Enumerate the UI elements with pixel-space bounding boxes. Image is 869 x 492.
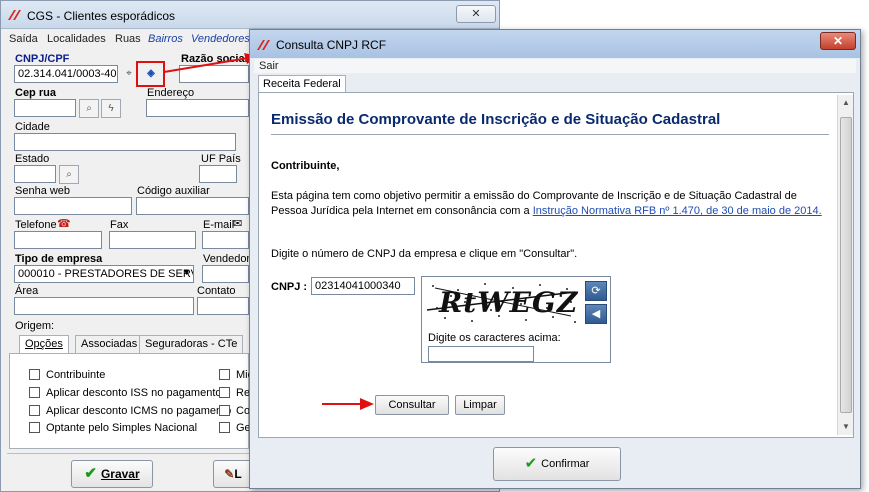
chk-right-3[interactable]: Co bbox=[219, 405, 250, 417]
label-origem: Origem: bbox=[15, 320, 55, 332]
confirmar-button[interactable]: ✔ Confirmar bbox=[493, 447, 621, 481]
menu-ruas[interactable]: Ruas bbox=[115, 33, 141, 45]
label-cnpj-cpf: CNPJ/CPF bbox=[15, 53, 70, 65]
heading-rule bbox=[271, 134, 829, 135]
cep-field[interactable] bbox=[14, 99, 76, 117]
endereco-field[interactable] bbox=[146, 99, 249, 117]
captcha-panel: RtWEGZ ⟳ ◀ Digite os caracteres acima: bbox=[421, 276, 611, 363]
menu-sair[interactable]: Sair bbox=[259, 60, 279, 72]
captcha-label: Digite os caracteres acima: bbox=[428, 332, 561, 344]
email-field[interactable] bbox=[202, 231, 249, 249]
dialog-logo-icon bbox=[256, 38, 272, 52]
label-uf-pais: UF País bbox=[201, 153, 241, 165]
email-icon: ✉ bbox=[233, 218, 243, 230]
area-field[interactable] bbox=[14, 297, 194, 315]
tipo-empresa-value: 000010 - PRESTADORES DE SERVIÇ bbox=[18, 268, 194, 280]
scroll-thumb[interactable] bbox=[840, 117, 852, 413]
contribuinte-text: Contribuinte, bbox=[271, 160, 340, 172]
chevron-down-icon: ▼ bbox=[182, 267, 191, 277]
label-endereco: Endereço bbox=[147, 87, 195, 99]
label-telefone: Telefone bbox=[15, 219, 57, 231]
label-codigo-auxiliar: Código auxiliar bbox=[137, 185, 210, 197]
consultar-arrow-icon bbox=[322, 398, 374, 410]
label-tipo-empresa: Tipo de empresa bbox=[15, 253, 103, 265]
telefone-field[interactable] bbox=[14, 231, 102, 249]
tab-opcoes[interactable]: Opções bbox=[19, 335, 69, 353]
tab-associadas[interactable]: Associadas bbox=[75, 335, 144, 353]
captcha-image: RtWEGZ bbox=[425, 280, 581, 326]
tab-receita-federal[interactable]: Receita Federal bbox=[258, 75, 346, 93]
vendedor-field[interactable] bbox=[202, 265, 249, 283]
vertical-scrollbar[interactable]: ▲ ▼ bbox=[837, 95, 853, 435]
menu-bairros[interactable]: Bairros bbox=[148, 33, 183, 45]
scroll-down-icon[interactable]: ▼ bbox=[838, 419, 854, 435]
cnpj-input[interactable]: 02314041000340 bbox=[311, 277, 415, 295]
dialog-close-button[interactable]: ✕ bbox=[820, 32, 856, 50]
checkmark-icon: ✔ bbox=[524, 455, 538, 472]
cep-search-icon[interactable]: ⌕ bbox=[79, 99, 99, 118]
codigo-auxiliar-field[interactable] bbox=[136, 197, 249, 215]
label-vendedor: Vendedor bbox=[203, 253, 251, 265]
clientes-titlebar: CGS - Clientes esporádicos ✕ bbox=[1, 1, 499, 29]
secondary-button[interactable]: ✎L bbox=[213, 460, 253, 488]
label-cep-rua: Cep rua bbox=[15, 87, 56, 99]
limpar-button[interactable]: Limpar bbox=[455, 395, 505, 415]
menu-saida[interactable]: Saída bbox=[9, 33, 38, 45]
chk-simples-nacional[interactable]: Optante pelo Simples Nacional bbox=[29, 422, 197, 434]
label-senha-web: Senha web bbox=[15, 185, 71, 197]
tipo-empresa-select[interactable]: 000010 - PRESTADORES DE SERVIÇ ▼ bbox=[14, 265, 194, 283]
page-heading: Emissão de Comprovante de Inscrição e de… bbox=[271, 111, 721, 128]
lightning-icon[interactable]: ϟ bbox=[101, 99, 121, 118]
label-area: Área bbox=[15, 285, 39, 297]
captcha-input[interactable] bbox=[428, 346, 534, 362]
clientes-title: CGS - Clientes esporádicos bbox=[27, 9, 176, 23]
label-contato: Contato bbox=[197, 285, 236, 297]
tab-seguradoras-cte[interactable]: Seguradoras - CTe bbox=[139, 335, 244, 353]
instrucao-normativa-link[interactable]: Instrução Normativa RFB nº 1.470, de 30 … bbox=[533, 205, 822, 217]
menu-vendedores[interactable]: Vendedores bbox=[191, 33, 250, 45]
estado-field[interactable] bbox=[14, 165, 56, 183]
senha-web-field[interactable] bbox=[14, 197, 132, 215]
cidade-field[interactable] bbox=[14, 133, 236, 151]
scroll-up-icon[interactable]: ▲ bbox=[838, 95, 854, 111]
label-cidade: Cidade bbox=[15, 121, 50, 133]
label-estado: Estado bbox=[15, 153, 50, 165]
label-fax: Fax bbox=[110, 219, 129, 231]
fax-field[interactable] bbox=[109, 231, 196, 249]
menu-localidades[interactable]: Localidades bbox=[47, 33, 106, 45]
dialog-menubar bbox=[254, 59, 856, 73]
consultar-button[interactable]: Consultar bbox=[375, 395, 449, 415]
contato-field[interactable] bbox=[197, 297, 249, 315]
chk-right-1[interactable]: Mic bbox=[219, 369, 253, 381]
clientes-close-button[interactable]: ✕ bbox=[456, 5, 496, 23]
brush-icon: ✎ bbox=[224, 467, 235, 481]
estado-search-icon[interactable]: ⌕ bbox=[59, 165, 79, 184]
chk-right-2[interactable]: Re bbox=[219, 387, 250, 399]
dialog-title: Consulta CNPJ RCF bbox=[276, 38, 387, 52]
checkmark-icon: ✔ bbox=[84, 465, 97, 482]
dialog-titlebar: Consulta CNPJ RCF ✕ bbox=[250, 30, 860, 58]
opcoes-panel bbox=[9, 353, 249, 449]
intro-paragraph: Esta página tem como objetivo permitir a… bbox=[271, 190, 822, 217]
bottom-divider bbox=[7, 453, 249, 454]
web-content: Emissão de Comprovante de Inscrição e de… bbox=[258, 92, 854, 438]
chk-right-4[interactable]: Ge bbox=[219, 422, 251, 434]
chk-desconto-icms[interactable]: Aplicar desconto ICMS no pagamento bbox=[29, 405, 231, 417]
cnpj-field[interactable]: 02.314.041/0003-40 bbox=[14, 65, 118, 83]
instruction-text: Digite o número de CNPJ da empresa e cli… bbox=[271, 248, 578, 260]
refresh-captcha-icon[interactable]: ⟳ bbox=[585, 281, 607, 301]
consulta-cnpj-dialog: Consulta CNPJ RCF ✕ Sair Receita Federal… bbox=[249, 29, 861, 489]
cnpj-label: CNPJ : bbox=[271, 281, 308, 293]
gravar-button[interactable]: ✔ Gravar bbox=[71, 460, 153, 488]
label-email: E-mail bbox=[203, 219, 235, 231]
app-logo-icon bbox=[7, 8, 23, 22]
uf-pais-field[interactable] bbox=[199, 165, 237, 183]
chk-desconto-iss[interactable]: Aplicar desconto ISS no pagamento bbox=[29, 387, 222, 399]
phone-icon: ☎ bbox=[57, 218, 71, 230]
chk-contribuinte[interactable]: Contribuinte bbox=[29, 369, 105, 381]
captcha-text: RtWEGZ bbox=[439, 286, 579, 319]
audio-captcha-icon[interactable]: ◀ bbox=[585, 304, 607, 324]
